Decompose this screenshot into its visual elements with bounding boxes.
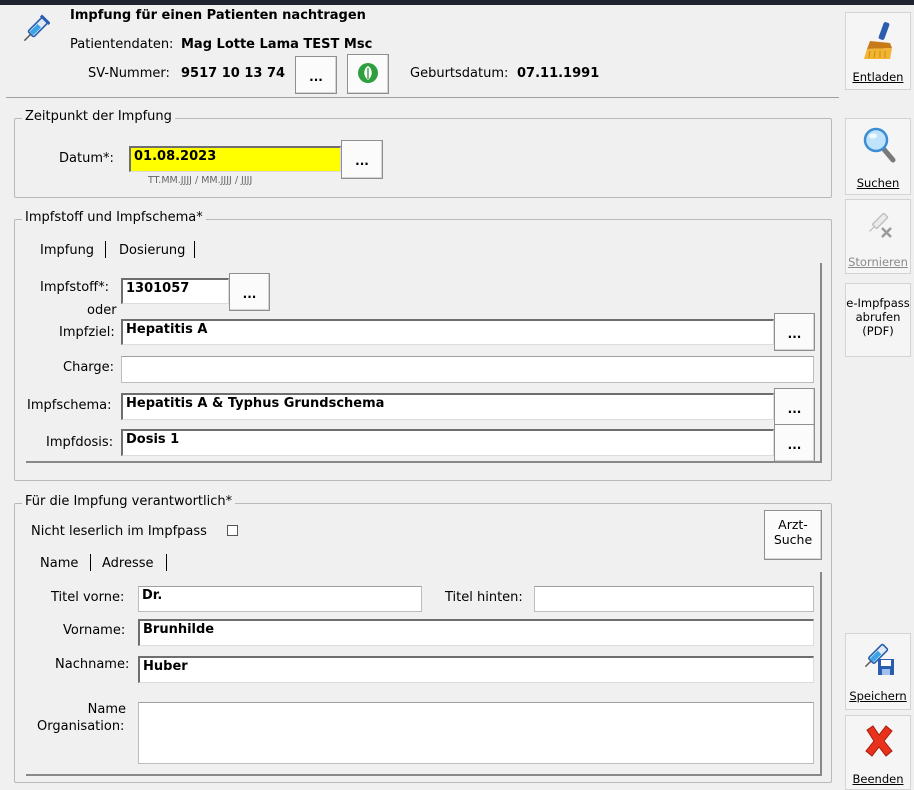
impfziel-input[interactable]: Hepatitis A: [121, 319, 774, 345]
charge-label: Charge:: [63, 360, 115, 375]
vorname-input[interactable]: Brunhilde: [138, 619, 814, 646]
impfschema-input[interactable]: Hepatitis A & Typhus Grundschema: [121, 393, 774, 420]
tab-separator: [90, 554, 91, 571]
suchen-button[interactable]: Suchen: [845, 118, 911, 195]
arzt-search-label-2: Suche: [773, 532, 813, 547]
eimpfpass-button[interactable]: e-Impfpass abrufen (PDF): [845, 283, 911, 357]
vaccine-group-title: Impfstoff und Impfschema*: [22, 210, 206, 225]
speichern-label: Speichern: [849, 689, 907, 703]
sv-number-value: 9517 10 13 74: [181, 66, 286, 81]
sv-number-label: SV-Nummer:: [88, 66, 170, 81]
unreadable-label: Nicht leserlich im Impfpass: [31, 524, 207, 539]
patient-name: Mag Lotte Lama TEST Msc: [181, 37, 373, 52]
tab-separator: [105, 241, 106, 258]
patient-label: Patientendaten:: [70, 37, 174, 52]
org-label-1: Name: [87, 702, 126, 717]
responsible-group-title: Für die Impfung verantwortlich*: [22, 494, 236, 509]
date-input[interactable]: 01.08.2023: [129, 146, 341, 172]
syringe-cancel-icon: [866, 210, 894, 243]
impfziel-label: Impfziel:: [59, 325, 115, 340]
ecard-button[interactable]: [347, 54, 389, 94]
tab-separator: [194, 241, 195, 258]
titel-vorne-input[interactable]: Dr.: [138, 586, 422, 612]
beenden-label: Beenden: [852, 772, 904, 786]
leaf-icon: [357, 62, 379, 87]
tab-dosierung[interactable]: Dosierung: [119, 243, 185, 258]
organisation-textarea[interactable]: [138, 702, 814, 764]
sv-lookup-button[interactable]: ...: [295, 56, 337, 94]
red-x-icon: [863, 724, 895, 761]
syringe-icon: [20, 13, 51, 47]
syringe-save-icon: [862, 642, 896, 681]
impfziel-lookup-button[interactable]: ...: [774, 313, 815, 351]
eimpfpass-label-1: e-Impfpass: [846, 296, 910, 310]
vorname-label: Vorname:: [63, 623, 126, 638]
beenden-button[interactable]: Beenden: [845, 715, 911, 790]
speichern-button[interactable]: Speichern: [845, 633, 911, 710]
arzt-search-label-1: Arzt-: [778, 517, 808, 532]
impfdosis-input[interactable]: Dosis 1: [121, 429, 774, 456]
dialog-title: Impfung für einen Patienten nachtragen: [70, 8, 366, 23]
tab-separator: [166, 554, 167, 571]
charge-input[interactable]: [121, 356, 814, 383]
unreadable-checkbox[interactable]: [227, 525, 238, 536]
org-label-2: Organisation:: [37, 719, 125, 734]
broom-icon: [862, 21, 896, 64]
header-divider: [6, 97, 839, 98]
impfschema-label: Impfschema:: [27, 398, 112, 413]
impfstoff-lookup-button[interactable]: ...: [229, 273, 270, 311]
eimpfpass-label-3: (PDF): [862, 324, 894, 338]
titel-hinten-label: Titel hinten:: [445, 590, 523, 605]
tab-adresse[interactable]: Adresse: [102, 556, 154, 571]
stornieren-label: Stornieren: [848, 255, 908, 269]
tab-name[interactable]: Name: [40, 556, 78, 571]
timing-group-title: Zeitpunkt der Impfung: [22, 109, 175, 124]
date-format-hint: TT.MM.JJJJ / MM.JJJJ / JJJJ: [148, 175, 253, 186]
date-picker-button[interactable]: ...: [341, 140, 383, 179]
impfschema-lookup-button[interactable]: ...: [774, 388, 815, 426]
dialog-window: Impfung für einen Patienten nachtragen P…: [0, 5, 914, 790]
impfdosis-label: Impfdosis:: [46, 435, 114, 450]
arzt-search-button[interactable]: Arzt- Suche: [764, 510, 822, 560]
titel-vorne-label: Titel vorne:: [51, 590, 125, 605]
impfdosis-lookup-button[interactable]: ...: [774, 424, 815, 462]
tab-impfung[interactable]: Impfung: [40, 243, 94, 258]
suchen-label: Suchen: [856, 176, 900, 190]
birthdate-value: 07.11.1991: [517, 66, 600, 81]
entladen-label: Entladen: [852, 70, 904, 84]
birthdate-label: Geburtsdatum:: [410, 66, 509, 81]
nachname-input[interactable]: Huber: [138, 656, 814, 683]
stornieren-button[interactable]: Stornieren: [845, 199, 911, 274]
titel-hinten-input[interactable]: [534, 586, 814, 612]
magnifier-icon: [862, 127, 896, 166]
impfstoff-input[interactable]: 1301057: [121, 278, 229, 304]
nachname-label: Nachname:: [55, 657, 130, 672]
oder-label: oder: [87, 303, 117, 318]
date-label: Datum*:: [59, 151, 114, 166]
eimpfpass-label-2: abrufen: [855, 310, 901, 324]
entladen-button[interactable]: Entladen: [845, 12, 911, 90]
impfstoff-label: Impfstoff*:: [40, 280, 109, 295]
